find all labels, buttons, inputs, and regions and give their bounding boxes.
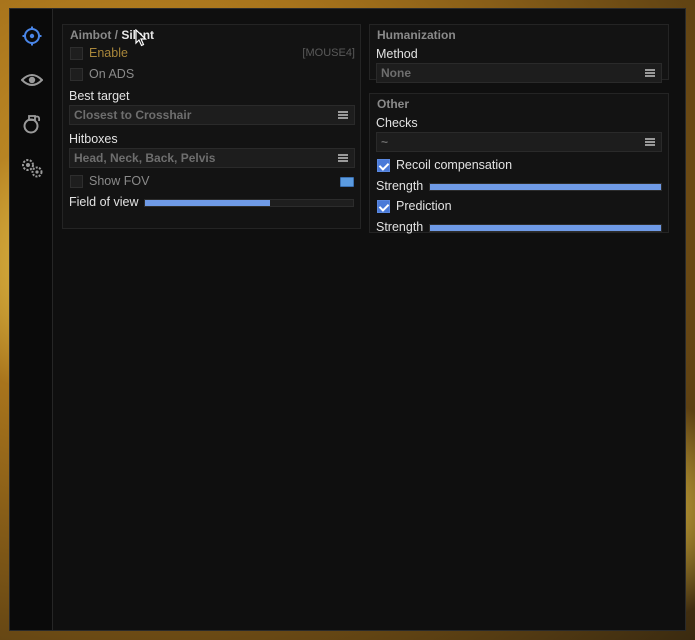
grenade-icon xyxy=(22,113,42,135)
on-ads-checkbox[interactable] xyxy=(70,68,83,81)
list-icon xyxy=(645,69,655,77)
best-target-dropdown[interactable]: Closest to Crosshair xyxy=(69,105,355,125)
fov-color-swatch[interactable] xyxy=(340,177,354,187)
humanization-group: Humanization Method None xyxy=(369,24,669,83)
hitboxes-value: Head, Neck, Back, Pelvis xyxy=(74,151,216,165)
prediction-checkbox[interactable] xyxy=(377,200,390,213)
best-target-label: Best target xyxy=(69,89,130,103)
on-ads-label: On ADS xyxy=(89,67,135,81)
field-of-view-slider-fill xyxy=(145,200,270,206)
method-value: None xyxy=(381,66,411,80)
prediction-strength-slider[interactable] xyxy=(429,224,662,232)
field-of-view-slider[interactable] xyxy=(144,199,354,207)
prediction-strength-slider-fill xyxy=(430,225,661,231)
list-icon xyxy=(338,154,348,162)
method-label: Method xyxy=(376,47,418,61)
checks-dropdown[interactable]: ~ xyxy=(376,132,662,152)
aimbot-title: Aimbot xyxy=(70,28,112,42)
other-title: Other xyxy=(377,97,410,111)
sidebar-tab-grenades[interactable] xyxy=(19,111,45,137)
best-target-value: Closest to Crosshair xyxy=(74,108,192,122)
recoil-compensation-label: Recoil compensation xyxy=(396,158,513,172)
eye-icon xyxy=(21,72,43,88)
prediction-strength-label: Strength xyxy=(376,220,424,234)
checks-label: Checks xyxy=(376,116,418,130)
sidebar-tab-visuals[interactable] xyxy=(19,67,45,93)
crosshair-icon xyxy=(22,26,42,46)
list-icon xyxy=(645,138,655,146)
hitboxes-label: Hitboxes xyxy=(69,132,118,146)
humanization-title: Humanization xyxy=(377,28,456,42)
prediction-label: Prediction xyxy=(396,199,452,213)
sidebar-tab-aimbot[interactable] xyxy=(19,23,45,49)
method-dropdown[interactable]: None xyxy=(376,63,662,83)
recoil-compensation-checkbox[interactable] xyxy=(377,159,390,172)
enable-keybind[interactable]: [MOUSE4] xyxy=(302,47,355,59)
hitboxes-dropdown[interactable]: Head, Neck, Back, Pelvis xyxy=(69,148,355,168)
field-of-view-label: Field of view xyxy=(69,195,139,209)
recoil-strength-slider-fill xyxy=(430,184,661,190)
title-separator: / xyxy=(111,28,122,42)
enable-label: Enable xyxy=(89,46,128,60)
show-fov-label: Show FOV xyxy=(89,174,150,188)
recoil-strength-label: Strength xyxy=(376,179,424,193)
sidebar xyxy=(10,9,53,630)
enable-checkbox[interactable] xyxy=(70,47,83,60)
menu-window: Aimbot / Silent Enable [MOUSE4] On ADS B… xyxy=(9,8,686,631)
show-fov-checkbox[interactable] xyxy=(70,175,83,188)
recoil-strength-slider[interactable] xyxy=(429,183,662,191)
list-icon xyxy=(338,111,348,119)
aimbot-group: Aimbot / Silent Enable [MOUSE4] On ADS B… xyxy=(62,24,361,229)
sidebar-tab-settings[interactable] xyxy=(19,155,45,181)
checks-value: ~ xyxy=(381,135,389,149)
other-group: Other Checks ~ Recoil compensation Stren… xyxy=(369,93,669,234)
mouse-cursor-icon xyxy=(135,28,148,52)
gears-icon xyxy=(20,157,44,179)
